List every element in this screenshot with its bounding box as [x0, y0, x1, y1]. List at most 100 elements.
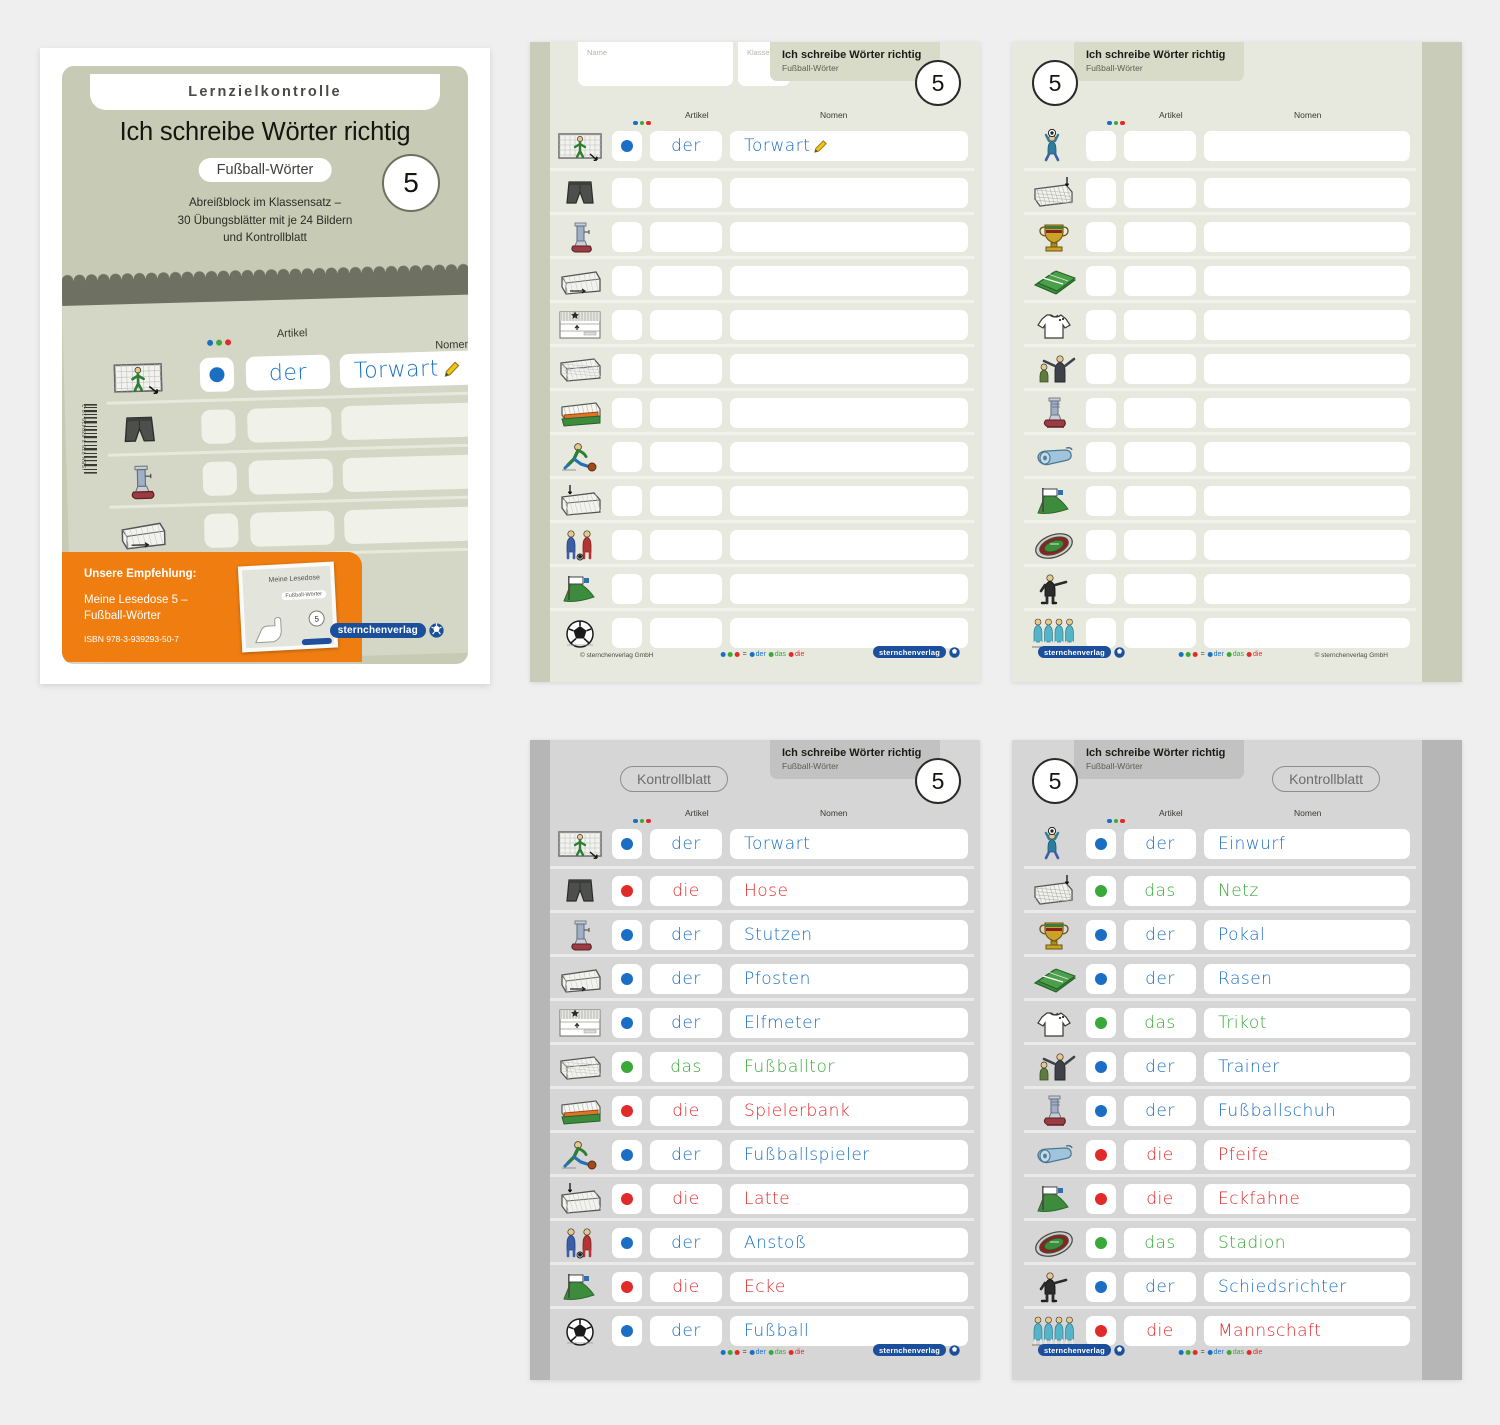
- article-input[interactable]: die: [1124, 1316, 1196, 1346]
- article-input[interactable]: der: [650, 920, 722, 950]
- article-input[interactable]: [650, 398, 722, 428]
- article-input[interactable]: der: [650, 829, 722, 859]
- article-input[interactable]: [650, 222, 722, 252]
- noun-input[interactable]: [1204, 618, 1410, 648]
- article-input[interactable]: das: [650, 1052, 722, 1082]
- gender-dot-cell[interactable]: [612, 442, 642, 472]
- noun-input[interactable]: [1204, 266, 1410, 296]
- noun-input[interactable]: [1204, 398, 1410, 428]
- noun-input[interactable]: [730, 530, 968, 560]
- article-input[interactable]: [1124, 618, 1196, 648]
- gender-dot-cell[interactable]: [612, 1272, 642, 1302]
- noun-input[interactable]: [730, 398, 968, 428]
- article-input[interactable]: die: [650, 1272, 722, 1302]
- noun-input[interactable]: Latte: [730, 1184, 968, 1214]
- gender-dot-cell[interactable]: [612, 1184, 642, 1214]
- noun-input[interactable]: [730, 222, 968, 252]
- article-input[interactable]: [1124, 178, 1196, 208]
- gender-dot-cell[interactable]: [612, 398, 642, 428]
- noun-input[interactable]: Fußballtor: [730, 1052, 968, 1082]
- article-input[interactable]: das: [1124, 876, 1196, 906]
- article-input[interactable]: der: [1124, 1096, 1196, 1126]
- gender-dot-cell[interactable]: [1086, 964, 1116, 994]
- gender-dot-cell[interactable]: [612, 310, 642, 340]
- article-input[interactable]: die: [1124, 1140, 1196, 1170]
- gender-dot-cell[interactable]: [1086, 310, 1116, 340]
- article-input[interactable]: [1124, 131, 1196, 161]
- gender-dot-cell[interactable]: [1086, 1316, 1116, 1346]
- noun-input[interactable]: Trikot: [1204, 1008, 1410, 1038]
- gender-dot-cell[interactable]: [1086, 574, 1116, 604]
- article-input[interactable]: [1124, 398, 1196, 428]
- article-input[interactable]: [1124, 266, 1196, 296]
- gender-dot-cell[interactable]: [612, 222, 642, 252]
- noun-input[interactable]: Pfeife: [1204, 1140, 1410, 1170]
- noun-input[interactable]: Schiedsrichter: [1204, 1272, 1410, 1302]
- gender-dot-cell[interactable]: [612, 178, 642, 208]
- noun-input[interactable]: [730, 618, 968, 648]
- gender-dot-cell[interactable]: [612, 964, 642, 994]
- article-input[interactable]: [650, 266, 722, 296]
- noun-input[interactable]: [1204, 131, 1410, 161]
- article-input[interactable]: [1124, 442, 1196, 472]
- noun-input[interactable]: [730, 178, 968, 208]
- article-input[interactable]: [650, 618, 722, 648]
- noun-input[interactable]: [1204, 354, 1410, 384]
- article-input[interactable]: der: [1124, 1052, 1196, 1082]
- noun-input[interactable]: Pokal: [1204, 920, 1410, 950]
- noun-input[interactable]: [730, 574, 968, 604]
- article-input[interactable]: der: [650, 1228, 722, 1258]
- article-input[interactable]: der: [650, 1008, 722, 1038]
- noun-input[interactable]: [730, 442, 968, 472]
- article-input[interactable]: [650, 486, 722, 516]
- gender-dot-cell[interactable]: [1086, 178, 1116, 208]
- gender-dot-cell[interactable]: [612, 1140, 642, 1170]
- gender-dot-cell[interactable]: [1086, 1052, 1116, 1082]
- noun-input[interactable]: Trainer: [1204, 1052, 1410, 1082]
- article-input[interactable]: der: [1124, 829, 1196, 859]
- gender-dot-cell[interactable]: [612, 266, 642, 296]
- article-input[interactable]: die: [650, 1184, 722, 1214]
- article-input[interactable]: [1124, 354, 1196, 384]
- gender-dot-cell[interactable]: [1086, 266, 1116, 296]
- noun-input[interactable]: Netz: [1204, 876, 1410, 906]
- article-input[interactable]: die: [650, 876, 722, 906]
- article-input[interactable]: das: [1124, 1008, 1196, 1038]
- noun-input[interactable]: Stadion: [1204, 1228, 1410, 1258]
- article-input[interactable]: [1124, 530, 1196, 560]
- article-input[interactable]: das: [1124, 1228, 1196, 1258]
- noun-input[interactable]: [1204, 222, 1410, 252]
- article-input[interactable]: der: [1124, 1272, 1196, 1302]
- noun-input[interactable]: Hose: [730, 876, 968, 906]
- article-input[interactable]: [1124, 574, 1196, 604]
- noun-input[interactable]: [1204, 574, 1410, 604]
- noun-input[interactable]: [730, 486, 968, 516]
- gender-dot-cell[interactable]: [612, 1316, 642, 1346]
- gender-dot-cell[interactable]: [1086, 486, 1116, 516]
- name-field-left[interactable]: Name: [578, 42, 733, 86]
- article-input[interactable]: der: [1124, 964, 1196, 994]
- gender-dot-cell[interactable]: [612, 1096, 642, 1126]
- article-input[interactable]: der: [650, 1316, 722, 1346]
- gender-dot-cell[interactable]: [1086, 920, 1116, 950]
- gender-dot-cell[interactable]: [1086, 1096, 1116, 1126]
- noun-input[interactable]: Spielerbank: [730, 1096, 968, 1126]
- gender-dot-cell[interactable]: [612, 618, 642, 648]
- article-input[interactable]: [650, 442, 722, 472]
- gender-dot-cell[interactable]: [1086, 354, 1116, 384]
- article-input[interactable]: der: [650, 131, 722, 161]
- noun-input[interactable]: Fußballschuh: [1204, 1096, 1410, 1126]
- article-input[interactable]: der: [650, 1140, 722, 1170]
- noun-input[interactable]: Pfosten: [730, 964, 968, 994]
- article-input[interactable]: [650, 354, 722, 384]
- noun-input[interactable]: [730, 354, 968, 384]
- gender-dot-cell[interactable]: [612, 486, 642, 516]
- gender-dot-cell[interactable]: [1086, 876, 1116, 906]
- gender-dot-cell[interactable]: [1086, 1272, 1116, 1302]
- noun-input[interactable]: Rasen: [1204, 964, 1410, 994]
- article-input[interactable]: die: [1124, 1184, 1196, 1214]
- gender-dot-cell[interactable]: [1086, 1008, 1116, 1038]
- gender-dot-cell[interactable]: [612, 829, 642, 859]
- gender-dot-cell[interactable]: [612, 354, 642, 384]
- noun-input[interactable]: Eckfahne: [1204, 1184, 1410, 1214]
